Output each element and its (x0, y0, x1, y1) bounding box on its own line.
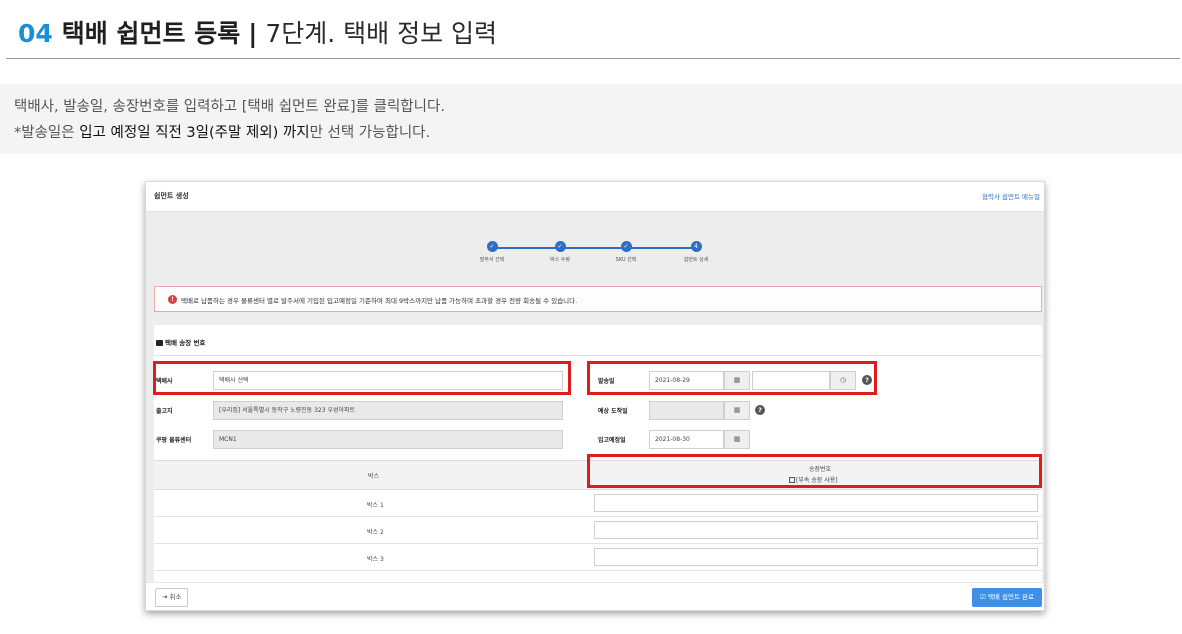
help-icon[interactable]: ? (755, 405, 765, 415)
center-field: MCN1 (213, 430, 563, 449)
screen-title: 쉽먼트 생성 (154, 192, 189, 200)
guide-divider (6, 58, 1180, 59)
center-label: 쿠팡 물류센터 (156, 437, 192, 444)
complete-label: 택배 쉽먼트 완료 (987, 593, 1034, 601)
calendar-icon: ▦ (724, 430, 750, 449)
highlight-invoice-column (587, 454, 1042, 488)
guide-desc-prefix: *발송일은 (14, 125, 80, 141)
invoice-input-1[interactable] (594, 494, 1038, 512)
check-square-icon: ☑ (980, 593, 988, 601)
exit-icon: ⇥ (162, 593, 170, 601)
screen-footer: ⇥ 취소 ☑ 택배 쉽먼트 완료 (146, 582, 1044, 610)
guide-desc-emphasis: 입고 예정일 직전 3일(주말 제외) 까지 (79, 125, 310, 141)
guide-desc-line-1: 택배사, 발송일, 송장번호를 입력하고 [택배 쉽먼트 완료]를 클릭합니다. (14, 99, 445, 115)
step-shipment-detail: 4 쉽먼트 상세 (666, 240, 726, 263)
step-label: SKU 선택 (615, 257, 637, 263)
inbound-input: 2021-08-30 (649, 430, 724, 449)
check-icon: ✓ (620, 241, 632, 252)
step-label: 박스 수량 (550, 257, 570, 263)
column-box: 박스 (368, 473, 380, 480)
step-label: 발주서 선택 (479, 257, 505, 263)
check-icon: ✓ (486, 241, 498, 252)
exclamation-icon: ! (168, 295, 177, 304)
shipment-screen: 쉽먼트 생성 협력사 쉽먼트 매뉴얼 ✓ 발주서 선택 ✓ 박스 수량 ✓ SK… (145, 181, 1045, 611)
origin-field: [우리집] 서울특별시 동작구 노량진동 323 우성아파트 (213, 401, 563, 420)
guide-description: 택배사, 발송일, 송장번호를 입력하고 [택배 쉽먼트 완료]를 클릭합니다.… (0, 84, 1182, 154)
collapse-icon[interactable] (156, 339, 163, 346)
calendar-icon: ▦ (724, 401, 750, 420)
guide-separator: | (248, 19, 258, 48)
highlight-carrier (153, 361, 571, 395)
highlight-ship-date (587, 361, 877, 395)
alert-text: 택배로 납품하는 경우 물류센터 별로 발주서에 기입된 입고예정일 기준하여 … (181, 297, 578, 305)
notice-alert: ! 택배로 납품하는 경우 물류센터 별로 발주서에 기입된 입고예정일 기준하… (154, 286, 1042, 312)
check-icon: ✓ (554, 241, 566, 252)
step-label: 쉽먼트 상세 (683, 257, 709, 263)
guide-desc-line-2: *발송일은 입고 예정일 직전 3일(주말 제외) 까지만 선택 가능합니다. (14, 120, 1168, 146)
manual-link[interactable]: 협력사 쉽먼트 매뉴얼 (982, 191, 1040, 201)
section-title-text: 택배 송장 번호 (165, 339, 206, 347)
guide-desc-suffix: 만 선택 가능합니다. (309, 125, 431, 141)
box-label: 박스 3 (367, 556, 384, 563)
section-divider (154, 355, 1042, 356)
arrival-label: 예상 도착일 (598, 408, 628, 415)
guide-title: 04 택배 쉽먼트 등록 | 7단계. 택배 정보 입력 (18, 14, 497, 50)
guide-heading: 택배 쉽먼트 등록 (61, 19, 241, 48)
box-label: 박스 2 (367, 529, 384, 536)
arrival-input (649, 401, 724, 420)
step-sku-select: ✓ SKU 선택 (596, 240, 656, 263)
section-title: 택배 송장 번호 (156, 337, 205, 347)
screen-header: 쉽먼트 생성 협력사 쉽먼트 매뉴얼 (146, 182, 1044, 212)
inbound-label: 입고예정일 (598, 437, 626, 444)
complete-shipment-button[interactable]: ☑ 택배 쉽먼트 완료 (972, 588, 1042, 607)
step-po-select: ✓ 발주서 선택 (462, 240, 522, 263)
cancel-button[interactable]: ⇥ 취소 (155, 588, 189, 607)
box-label: 박스 1 (367, 502, 384, 509)
step-number-icon: 4 (690, 241, 702, 252)
cancel-label: 취소 (169, 593, 182, 601)
invoice-input-2[interactable] (594, 521, 1038, 539)
step-box-count: ✓ 박스 수량 (530, 240, 590, 263)
progress-stepper: ✓ 발주서 선택 ✓ 박스 수량 ✓ SKU 선택 4 쉽먼트 상세 (476, 240, 716, 270)
invoice-input-3[interactable] (594, 548, 1038, 566)
guide-step-number: 04 (18, 19, 53, 48)
origin-label: 출고지 (156, 408, 173, 415)
guide-step-title: 7단계. 택배 정보 입력 (265, 19, 498, 48)
